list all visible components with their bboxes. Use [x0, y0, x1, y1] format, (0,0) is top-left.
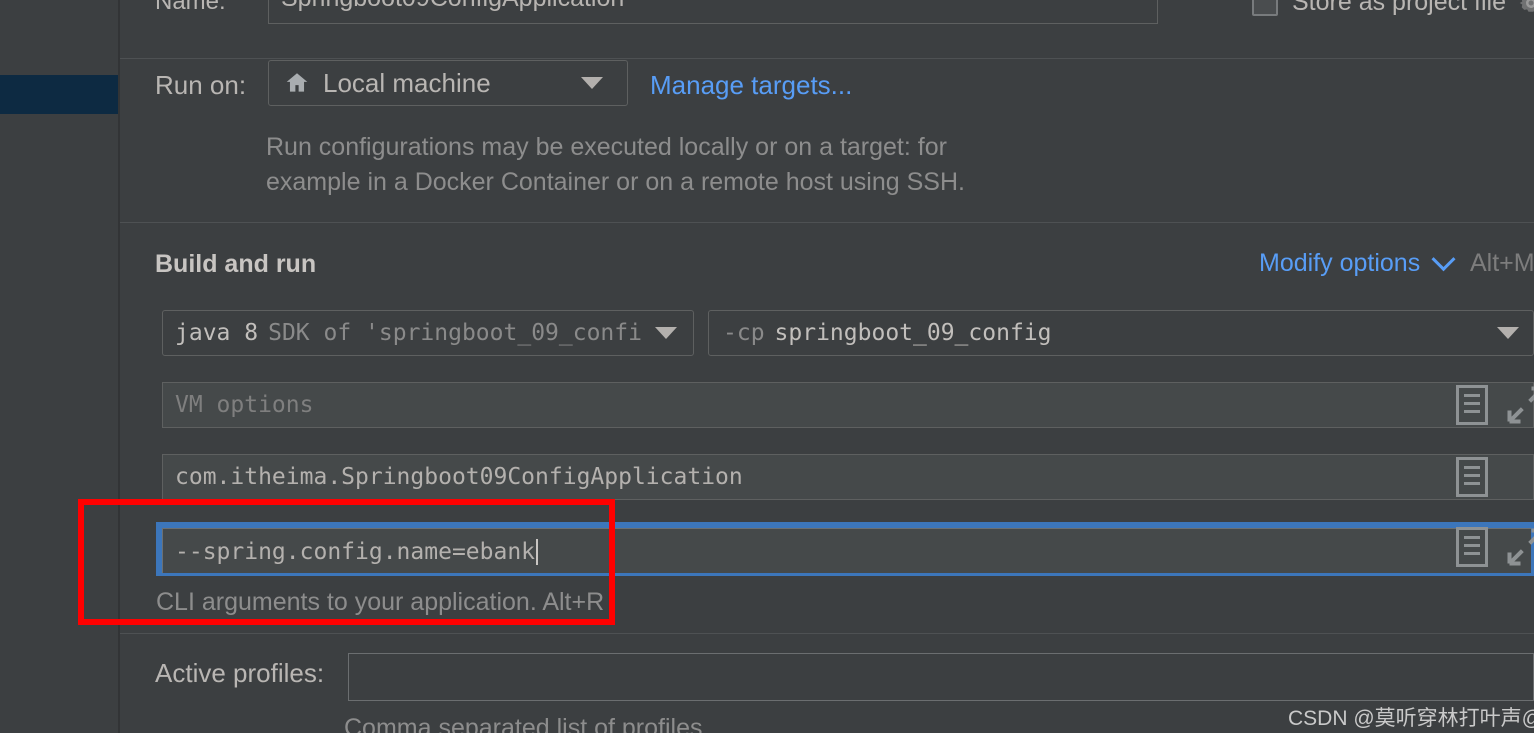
chevron-down-icon[interactable] [581, 77, 603, 89]
active-profiles-input[interactable] [348, 653, 1534, 701]
chevron-down-icon[interactable] [655, 327, 677, 339]
sidebar-item-label: tion [0, 353, 118, 392]
run-configuration-dialog: tion tion tion (1) tion tion (1) Name: S… [0, 0, 1534, 733]
run-configurations-tree[interactable]: tion tion tion (1) tion tion (1) [0, 0, 118, 733]
home-icon [286, 73, 308, 92]
classpath-module: springboot_09_config [774, 320, 1052, 346]
text-caret [536, 539, 539, 565]
macros-document-icon[interactable] [1456, 457, 1488, 497]
configuration-form: Name: Springboot09ConfigApplication Stor… [120, 0, 1534, 733]
active-profiles-label: Active profiles: [155, 658, 325, 688]
run-on-hint-line-1: Run configurations may be executed local… [266, 133, 947, 161]
run-on-dropdown[interactable]: Local machine [268, 60, 628, 106]
sidebar-item[interactable]: tion [0, 353, 118, 392]
jdk-secondary: SDK of 'springboot_09_confi [268, 320, 642, 346]
store-as-project-file-checkbox[interactable] [1252, 0, 1278, 16]
jdk-dropdown[interactable]: java 8 SDK of 'springboot_09_confi [162, 310, 694, 356]
run-on-value: Local machine [323, 67, 491, 98]
csdn-watermark: CSDN @莫听穿林打叶声@ [1288, 707, 1534, 730]
name-label: Name: [155, 0, 226, 15]
name-input[interactable]: Springboot09ConfigApplication [268, 0, 1158, 24]
sidebar-item-label: tion [0, 194, 118, 233]
spring-section-divider [120, 633, 1534, 634]
store-as-project-file-label: Store as project file [1292, 0, 1506, 16]
program-arguments-hint: CLI arguments to your application. Alt+R [156, 588, 605, 616]
macros-document-icon[interactable] [1456, 527, 1488, 567]
expand-icon[interactable] [1504, 383, 1534, 427]
run-on-hint-line-2: example in a Docker Container or on a re… [266, 168, 965, 196]
sidebar-item[interactable]: tion (1) [0, 393, 118, 432]
expand-icon[interactable] [1504, 525, 1534, 569]
sidebar-item[interactable]: tion [0, 194, 118, 233]
sidebar-item[interactable]: tion [0, 433, 118, 472]
program-arguments-input[interactable]: --spring.config.name=ebank [162, 528, 1531, 573]
build-and-run-title: Build and run [155, 250, 317, 278]
sidebar-item[interactable]: tion (1) [0, 473, 118, 512]
active-profiles-hint: Comma separated list of profiles [344, 714, 703, 733]
jdk-primary: java 8 [175, 320, 259, 346]
classpath-prefix: -cp [723, 320, 765, 346]
modify-options-shortcut: Alt+M [1470, 249, 1534, 277]
modify-options-link[interactable]: Modify options [1259, 249, 1420, 278]
sidebar-item-label: tion (1) [0, 393, 118, 432]
sidebar-item-label: tion (1) [0, 473, 118, 512]
manage-targets-link[interactable]: Manage targets... [650, 70, 852, 101]
build-run-divider [120, 222, 1534, 223]
chevron-down-icon[interactable] [1431, 247, 1456, 272]
sidebar-item-label: tion [0, 433, 118, 472]
macros-document-icon[interactable] [1456, 385, 1488, 425]
chevron-down-icon[interactable] [1497, 327, 1519, 339]
classpath-module-dropdown[interactable]: -cp springboot_09_config [708, 310, 1534, 356]
program-arguments-focus-ring: --spring.config.name=ebank [156, 522, 1534, 576]
program-arguments-value: --spring.config.name=ebank [175, 539, 536, 565]
run-on-label: Run on: [155, 70, 247, 100]
form-divider [120, 58, 1534, 59]
main-class-input[interactable]: com.itheima.Springboot09ConfigApplicatio… [162, 454, 1534, 500]
gear-icon[interactable] [1516, 0, 1534, 18]
vm-options-input[interactable]: VM options [162, 382, 1534, 428]
sidebar-item-selected[interactable] [0, 75, 118, 114]
